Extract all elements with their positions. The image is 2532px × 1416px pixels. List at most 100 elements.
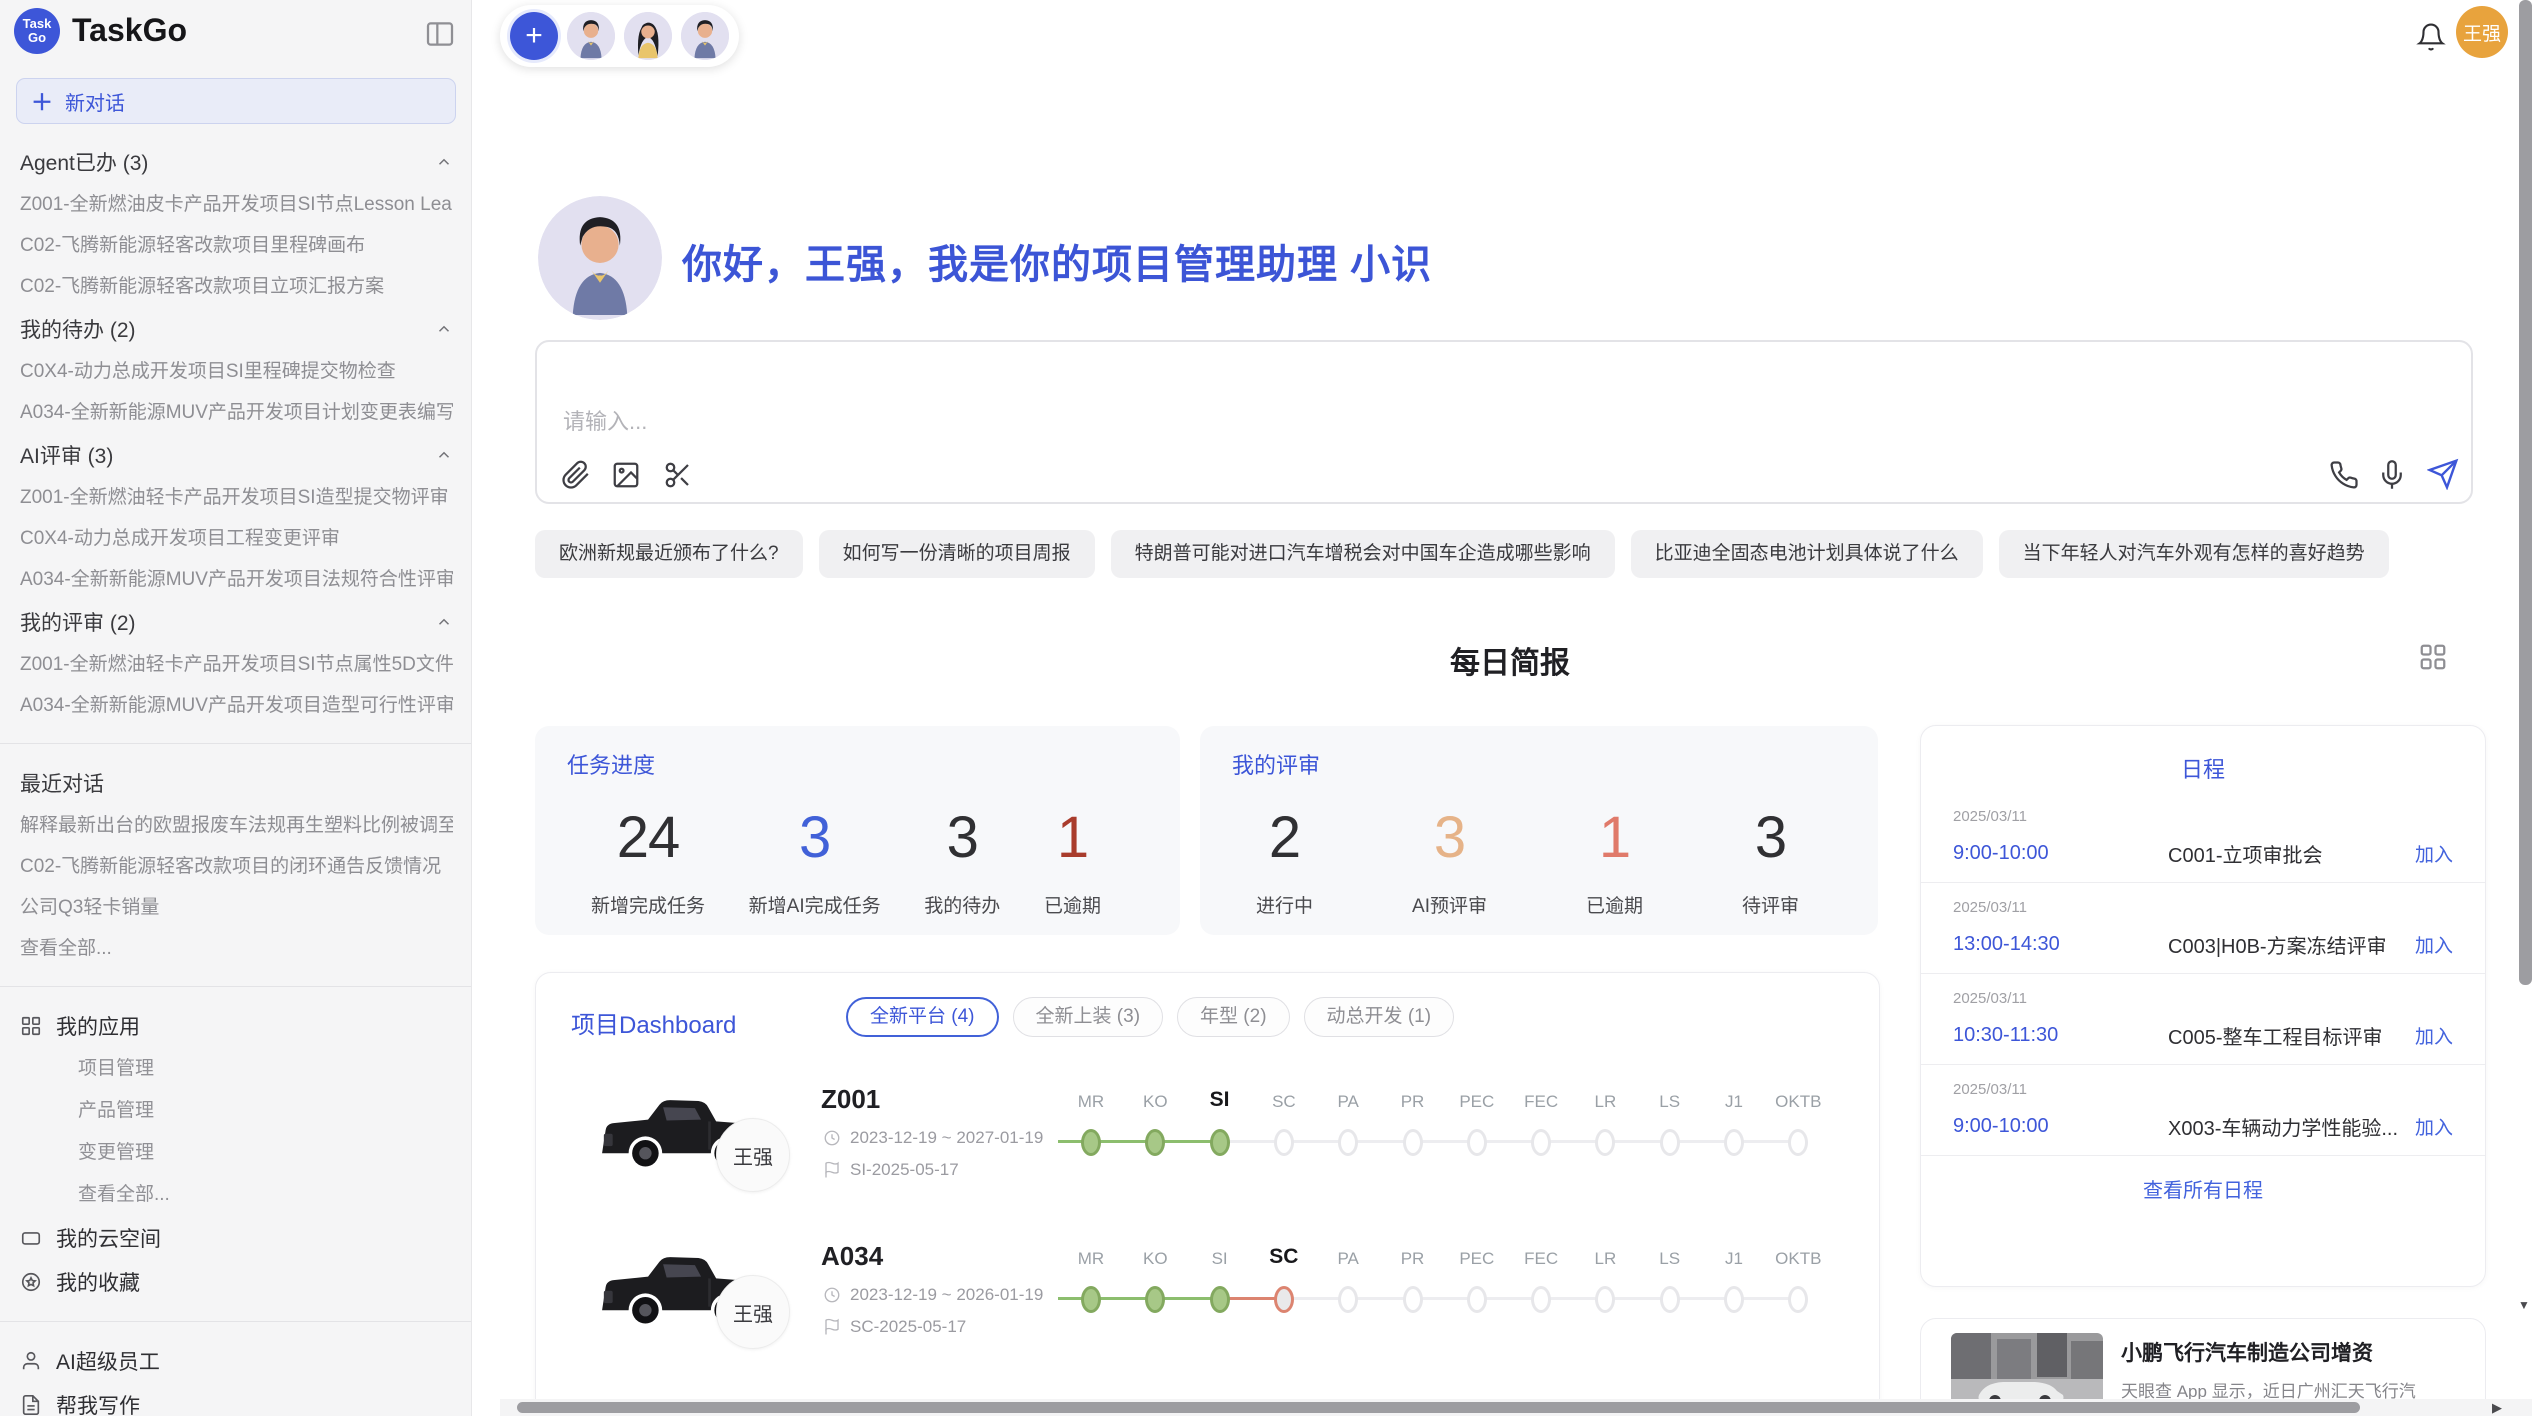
my-apps-subitem[interactable]: 项目管理 [20, 1048, 453, 1090]
milestone-node [1145, 1286, 1165, 1313]
suggestion-chip[interactable]: 欧洲新规最近颁布了什么? [535, 530, 803, 578]
sidebar-item[interactable]: C02-飞腾新能源轻客改款项目立项汇报方案 [20, 266, 453, 307]
join-link[interactable]: 加入 [2415, 840, 2453, 867]
schedule-name: C003|H0B-方案冻结评审 [2168, 930, 2415, 959]
agent-avatar[interactable] [681, 12, 729, 60]
milestone-node [1210, 1129, 1230, 1156]
add-agent-button[interactable]: + [510, 12, 558, 60]
view-all-schedule-link[interactable]: 查看所有日程 [1921, 1174, 2485, 1203]
send-icon[interactable] [2427, 458, 2457, 488]
scroll-right-arrow-icon[interactable]: ▶ [2492, 1399, 2502, 1416]
my-apps-subitem[interactable]: 产品管理 [20, 1090, 453, 1132]
sidebar-item-ai-employee[interactable]: AI超级员工 [20, 1339, 453, 1383]
stat-label: 待评审 [1742, 891, 1799, 918]
project-row: 王强A0342023-12-19 ~ 2026-01-19SC-2025-05-… [536, 1233, 1880, 1388]
my-apps-subitem[interactable]: 变更管理 [20, 1132, 453, 1174]
input-placeholder: 请输入... [563, 404, 647, 436]
sidebar-item[interactable]: C0X4-动力总成开发项目工程变更评审 [20, 518, 453, 559]
suggestion-chip[interactable]: 特朗普可能对进口汽车增税会对中国车企造成哪些影响 [1111, 530, 1615, 578]
recent-conversation-item[interactable]: 公司Q3轻卡销量 [20, 887, 453, 928]
collapse-sidebar-icon[interactable] [423, 18, 457, 52]
scissors-icon[interactable] [663, 460, 693, 490]
milestone-timeline: MRKOSISCPAPRPECFECLRLSJ1OKTB [1056, 1233, 1856, 1343]
sidebar-item[interactable]: Z001-全新燃油轻卡产品开发项目SI造型提交物评审 [20, 477, 453, 518]
layout-grid-icon[interactable] [2418, 642, 2448, 672]
assistant-avatar [538, 196, 662, 320]
agent-avatar[interactable] [624, 12, 672, 60]
sidebar-section-header[interactable]: Agent已办 (3) [20, 140, 453, 184]
section-label: AI评审 (3) [20, 440, 113, 470]
sidebar-item-help-write[interactable]: 帮我写作 [20, 1383, 453, 1416]
schedule-card: 日程 2025/03/119:00-10:00C001-立项审批会加入2025/… [1920, 725, 2486, 1287]
sidebar-item[interactable]: C0X4-动力总成开发项目SI里程碑提交物检查 [20, 351, 453, 392]
section-label: 我的待办 (2) [20, 314, 136, 344]
agent-avatar[interactable] [567, 12, 615, 60]
dashboard-tab[interactable]: 全新平台 (4) [846, 997, 999, 1037]
image-icon[interactable] [611, 460, 641, 490]
microphone-icon[interactable] [2377, 460, 2407, 490]
logo-text-top: Task [23, 17, 52, 31]
recent-conversation-item[interactable]: 解释最新出台的欧盟报废车法规再生塑料比例被调至15%... [20, 805, 453, 846]
stat-metric: 2进行中 [1256, 804, 1313, 918]
phone-icon[interactable] [2329, 460, 2359, 490]
owner-badge: 王强 [716, 1275, 790, 1349]
sidebar-item[interactable]: C02-飞腾新能源轻客改款项目里程碑画布 [20, 225, 453, 266]
sidebar-item-cloud-space[interactable]: 我的云空间 [20, 1216, 453, 1260]
suggestion-chip[interactable]: 比亚迪全固态电池计划具体说了什么 [1631, 530, 1983, 578]
daily-briefing-title: 每日简报 [535, 638, 2485, 682]
date-range-text: 2023-12-19 ~ 2026-01-19 [850, 1285, 1043, 1305]
milestone-node [1595, 1286, 1615, 1313]
recent-conversation-item[interactable]: C02-飞腾新能源轻客改款项目的闭环通告反馈情况 [20, 846, 453, 887]
suggestion-chip[interactable]: 当下年轻人对汽车外观有怎样的喜好趋势 [1999, 530, 2389, 578]
stat-metric: 1已逾期 [1044, 804, 1101, 918]
sidebar-item[interactable]: Z001-全新燃油皮卡产品开发项目SI节点Lesson Learn报告 [20, 184, 453, 225]
sidebar-section-header[interactable]: 我的评审 (2) [20, 600, 453, 644]
join-link[interactable]: 加入 [2415, 1113, 2453, 1140]
new-chat-button[interactable]: ＋ 新对话 [16, 78, 456, 124]
join-link[interactable]: 加入 [2415, 1022, 2453, 1049]
my-apps-subitem[interactable]: 查看全部... [20, 1174, 453, 1216]
sidebar-section-recent[interactable]: 最近对话 [20, 761, 453, 805]
milestone-node [1403, 1286, 1423, 1313]
stat-metric: 24新增完成任务 [591, 804, 705, 918]
sidebar-item[interactable]: A034-全新新能源MUV产品开发项目造型可行性评审 [20, 685, 453, 726]
milestone-node [1788, 1129, 1808, 1156]
sidebar-item[interactable]: Z001-全新燃油轻卡产品开发项目SI节点属性5D文件评审 [20, 644, 453, 685]
dashboard-tab[interactable]: 全新上装 (3) [1013, 997, 1164, 1037]
project-milestone-flag: SI-2025-05-17 [823, 1160, 959, 1180]
stat-label: AI预评审 [1412, 891, 1487, 918]
join-link[interactable]: 加入 [2415, 931, 2453, 958]
sidebar-item-my-apps[interactable]: 我的应用 [20, 1004, 453, 1048]
scroll-down-arrow-icon[interactable]: ▼ [2518, 1298, 2530, 1312]
attachment-icon[interactable] [561, 460, 591, 490]
dashboard-tab[interactable]: 年型 (2) [1177, 997, 1290, 1037]
recent-conversation-item[interactable]: 查看全部... [20, 928, 453, 969]
dashboard-tab[interactable]: 动总开发 (1) [1304, 997, 1455, 1037]
sidebar-item[interactable]: A034-全新新能源MUV产品开发项目法规符合性评审 [20, 559, 453, 600]
sidebar-item[interactable]: A034-全新新能源MUV产品开发项目计划变更表编写 [20, 392, 453, 433]
vertical-scrollbar-thumb[interactable] [2519, 0, 2532, 985]
my-apps-label: 我的应用 [56, 1011, 140, 1041]
section-label: 最近对话 [20, 768, 104, 798]
stat-metric: 3新增AI完成任务 [749, 804, 881, 918]
schedule-row: 9:00-10:00C001-立项审批会加入 [1953, 839, 2453, 868]
sidebar-section-header[interactable]: 我的待办 (2) [20, 307, 453, 351]
milestone-node [1338, 1286, 1358, 1313]
chevron-up-icon [435, 153, 453, 171]
milestone-node [1788, 1286, 1808, 1313]
horizontal-scrollbar-thumb[interactable] [517, 1402, 2360, 1413]
chat-input[interactable]: 请输入... [535, 340, 2473, 504]
schedule-row: 9:00-10:00X003-车辆动力学性能验...加入 [1953, 1112, 2453, 1141]
notification-bell-icon[interactable] [2416, 22, 2446, 52]
user-avatar[interactable]: 王强 [2456, 6, 2508, 58]
sidebar-item-favorites[interactable]: 我的收藏 [20, 1260, 453, 1304]
suggestion-chip[interactable]: 如何写一份清晰的项目周报 [819, 530, 1095, 578]
person-icon [20, 1350, 42, 1372]
project-dashboard-card: 项目Dashboard 全新平台 (4)全新上装 (3)年型 (2)动总开发 (… [535, 972, 1880, 1416]
stat-label: 新增完成任务 [591, 891, 705, 918]
section-label: Agent已办 (3) [20, 147, 148, 177]
logo-text-bottom: Go [28, 31, 46, 45]
flag-icon [823, 1161, 841, 1179]
sidebar-section-header[interactable]: AI评审 (3) [20, 433, 453, 477]
milestone-label: OKTB [1758, 1249, 1838, 1269]
